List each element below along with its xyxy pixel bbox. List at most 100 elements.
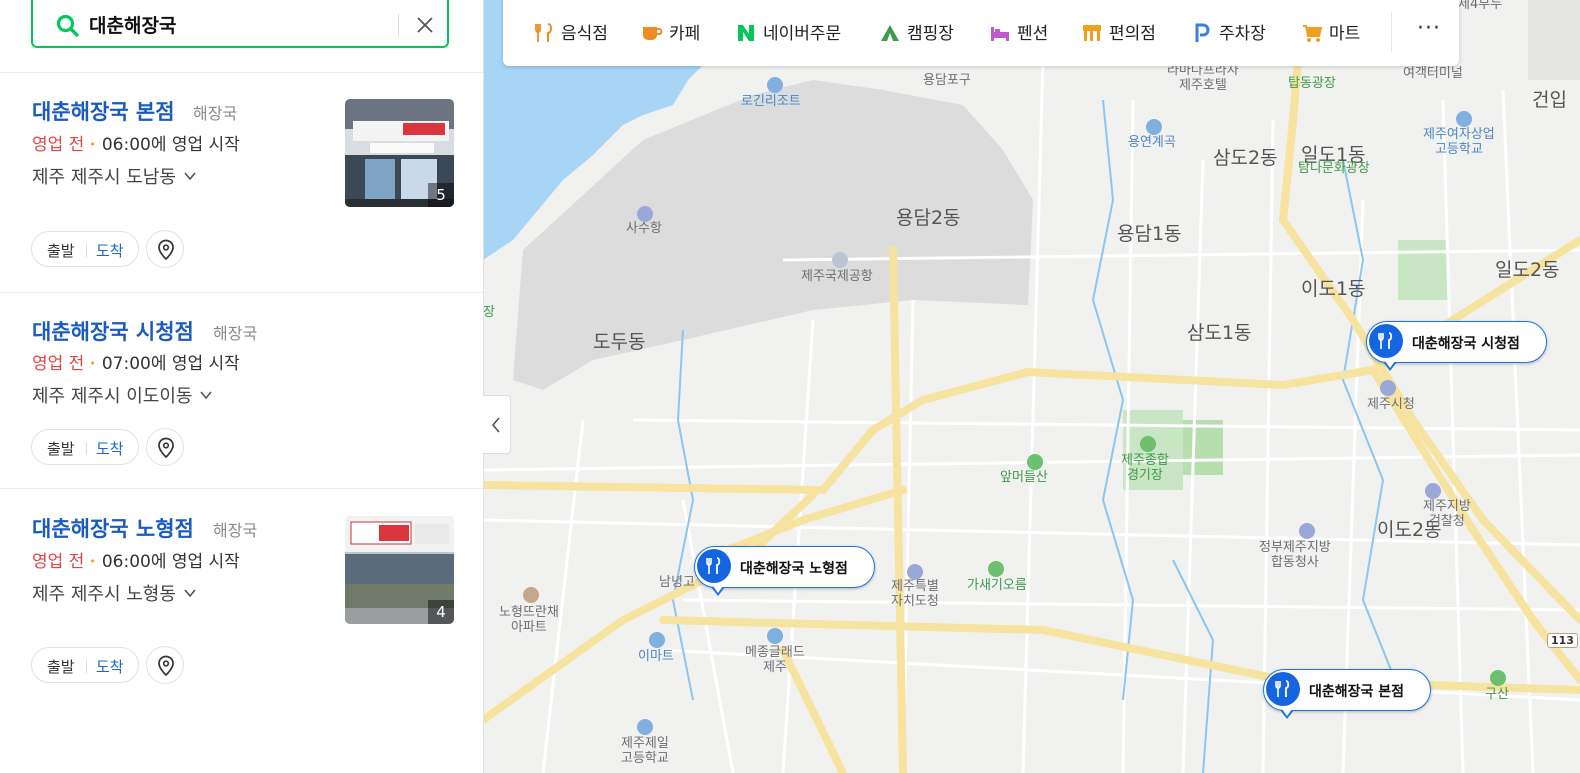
- parking-icon: [1195, 23, 1210, 42]
- place-address[interactable]: 제주 제주시 도남동: [32, 163, 196, 189]
- category-label: 음식점: [561, 24, 608, 44]
- route-from-button[interactable]: 출발: [47, 438, 75, 459]
- status-dot: •: [89, 357, 96, 370]
- shopping-icon[interactable]: [649, 632, 665, 648]
- place-marker-nohyeong[interactable]: 대춘해장국 노형점: [694, 546, 875, 596]
- category-camping[interactable]: 캠핑장: [879, 19, 954, 45]
- map-label: 가새기오름: [967, 578, 1027, 593]
- search-results-panel: 대춘해장국 본점 해장국 영업 전 • 06:00에 영업 시작 제주 제주시 도남…: [0, 0, 484, 773]
- place-name[interactable]: 대춘해장국 본점: [32, 96, 175, 126]
- map-label: 이마트: [638, 649, 674, 664]
- place-address[interactable]: 제주 제주시 노형동: [32, 580, 196, 606]
- search-input[interactable]: [89, 10, 389, 38]
- opening-hours: 06:00에 영업 시작: [101, 135, 240, 155]
- route-divider: [86, 442, 87, 455]
- business-status: 영업 전 • 06:00에 영업 시작: [32, 547, 240, 572]
- government-icon[interactable]: [1425, 483, 1441, 499]
- route-to-button[interactable]: 도착: [96, 438, 124, 459]
- route-from-button[interactable]: 출발: [47, 240, 75, 261]
- category-label: 주차장: [1219, 24, 1266, 44]
- map-label: 용연계곡: [1128, 135, 1176, 150]
- result-item[interactable]: 대춘해장국 본점 해장국 영업 전 • 06:00에 영업 시작 제주 제주시 도남…: [0, 73, 483, 293]
- apartment-icon[interactable]: [523, 587, 539, 603]
- airport-icon[interactable]: [832, 252, 848, 268]
- address-text: 제주 제주시 도남동: [32, 167, 176, 188]
- mountain-icon[interactable]: [988, 561, 1004, 577]
- status-label: 영업 전: [32, 135, 85, 155]
- place-category: 해장국: [213, 521, 258, 540]
- camping-icon: [881, 25, 899, 41]
- route-buttons: 출발 도착: [31, 647, 139, 683]
- place-marker-main[interactable]: 대춘해장국 본점: [1263, 669, 1431, 719]
- route-buttons: 출발 도착: [31, 231, 139, 267]
- school-icon[interactable]: [637, 719, 653, 735]
- clear-search-icon[interactable]: [413, 13, 437, 37]
- government-icon[interactable]: [1299, 523, 1315, 539]
- category-naver-order[interactable]: 네이버주문: [735, 19, 841, 45]
- school-icon[interactable]: [1456, 111, 1472, 127]
- place-marker-city-hall[interactable]: 대춘해장국 시청점: [1366, 321, 1547, 371]
- collapse-panel-button[interactable]: [483, 395, 511, 454]
- mountain-icon[interactable]: [1027, 454, 1043, 470]
- marker-pointer: [1383, 361, 1397, 371]
- status-label: 영업 전: [32, 552, 85, 572]
- result-item[interactable]: 대춘해장국 시청점 해장국 영업 전 • 07:00에 영업 시작 제주 제주시 이…: [0, 292, 483, 489]
- address-text: 제주 제주시 이도이동: [32, 386, 193, 407]
- category-label: 캠핑장: [907, 24, 954, 44]
- restaurant-marker-icon: [1369, 324, 1403, 358]
- place-address[interactable]: 제주 제주시 이도이동: [32, 382, 213, 408]
- category-label: 펜션: [1017, 24, 1049, 44]
- place-category: 해장국: [193, 104, 238, 123]
- restaurant-marker-icon: [697, 549, 731, 583]
- map-label: 제주시청: [1367, 397, 1415, 412]
- photo-count: 5: [428, 183, 454, 207]
- more-categories-button[interactable]: ···: [1417, 16, 1441, 41]
- map-canvas[interactable]: 용담포구 로긴리조트 사수항 제주국제공항 도두동 용담2동 용담1동 삼도2동…: [483, 0, 1580, 773]
- lighthouse-icon[interactable]: [637, 206, 653, 222]
- place-photo[interactable]: 5: [345, 99, 454, 207]
- route-to-button[interactable]: 도착: [96, 240, 124, 261]
- hotel-icon[interactable]: [767, 628, 783, 644]
- government-icon[interactable]: [1380, 380, 1396, 396]
- photo-count: 4: [428, 600, 454, 624]
- map-pin-button[interactable]: [146, 646, 184, 684]
- map-label: 용담1동: [1117, 223, 1182, 245]
- convenience-store-icon: [1083, 25, 1101, 41]
- route-divider: [86, 660, 87, 673]
- category-restaurant[interactable]: 음식점: [533, 19, 608, 45]
- route-from-button[interactable]: 출발: [47, 656, 75, 677]
- route-to-button[interactable]: 도착: [96, 656, 124, 677]
- result-item[interactable]: 대춘해장국 노형점 해장국 영업 전 • 06:00에 영업 시작 제주 제주시 노…: [0, 488, 483, 728]
- category-mart[interactable]: 마트: [1301, 19, 1360, 45]
- category-pension[interactable]: 펜션: [989, 19, 1048, 45]
- map-label: 메종글래드 제주: [745, 645, 805, 675]
- map-label: 앞머들산: [1000, 470, 1048, 485]
- category-cafe[interactable]: 카페: [641, 19, 700, 45]
- map-pin-button[interactable]: [146, 428, 184, 466]
- place-name[interactable]: 대춘해장국 시청점: [32, 316, 194, 346]
- mountain-icon[interactable]: [1490, 670, 1506, 686]
- category-convenience-store[interactable]: 편의점: [1081, 19, 1156, 45]
- government-icon[interactable]: [907, 564, 923, 580]
- map-label: 로긴리조트: [741, 94, 801, 109]
- search-icon[interactable]: [55, 13, 81, 39]
- map-pin-icon: [158, 655, 174, 677]
- park-icon[interactable]: [1146, 119, 1162, 135]
- pension-icon: [991, 27, 1009, 41]
- map-label: 삼도2동: [1213, 147, 1278, 169]
- map-label: 제주제일 고등학교: [621, 736, 669, 766]
- map-label: 장: [483, 305, 495, 320]
- map-label: 제4부두: [1458, 0, 1503, 12]
- map-label: 탐다문화광장: [1298, 161, 1370, 176]
- map-label: 사수항: [626, 221, 662, 236]
- resort-icon[interactable]: [767, 77, 783, 93]
- place-photo[interactable]: 4: [345, 516, 454, 624]
- map-pin-button[interactable]: [146, 230, 184, 268]
- category-filter-bar: 음식점 카페 네이버주문 캠핑장 펜션 편의점 주차장 마트 ···: [503, 0, 1459, 66]
- stadium-icon[interactable]: [1140, 436, 1156, 452]
- category-parking[interactable]: 주차장: [1191, 19, 1266, 45]
- chevron-down-icon: [184, 172, 196, 181]
- map-label: 이도1동: [1301, 278, 1366, 300]
- place-name[interactable]: 대춘해장국 노형점: [32, 513, 194, 543]
- map-label: 도두동: [593, 331, 646, 353]
